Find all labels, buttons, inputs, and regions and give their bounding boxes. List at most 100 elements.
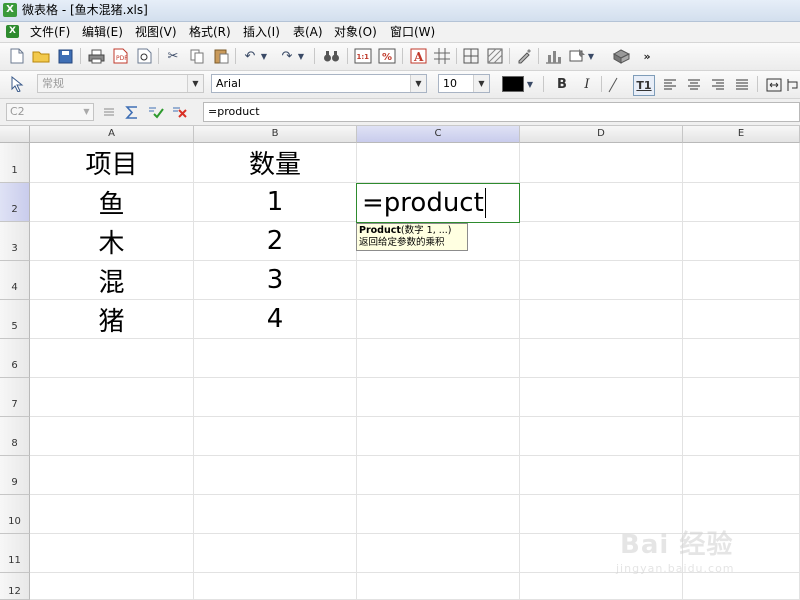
- font-color-dropdown-icon[interactable]: ▼: [524, 75, 536, 93]
- align-center-icon[interactable]: [684, 75, 704, 94]
- zoom-percent-icon[interactable]: %: [378, 47, 396, 65]
- cell-d11[interactable]: [520, 534, 683, 573]
- select-arrow-icon[interactable]: [8, 75, 26, 93]
- print-icon[interactable]: [87, 47, 105, 65]
- cell-e7[interactable]: [683, 378, 800, 417]
- cell-c1[interactable]: [357, 143, 520, 183]
- wrap-text-icon[interactable]: [786, 75, 800, 94]
- formula-input[interactable]: =product: [203, 102, 800, 122]
- cell-d4[interactable]: [520, 261, 683, 300]
- zoom-100-icon[interactable]: 1:1: [354, 47, 372, 65]
- row-header-5[interactable]: 5: [0, 300, 30, 339]
- undo-dropdown-icon[interactable]: ▼: [259, 47, 269, 65]
- save-icon[interactable]: [56, 47, 74, 65]
- slash-icon[interactable]: [604, 75, 622, 94]
- chevron-down-icon[interactable]: ▼: [410, 75, 426, 92]
- cell-a12[interactable]: [30, 573, 194, 600]
- print-preview-icon[interactable]: [135, 47, 153, 65]
- document-icon[interactable]: X: [6, 25, 19, 38]
- menu-file[interactable]: 文件(F): [30, 24, 70, 40]
- cell-e10[interactable]: [683, 495, 800, 534]
- text-style-button[interactable]: T1: [633, 75, 655, 96]
- redo-icon[interactable]: ↷: [278, 47, 296, 65]
- menu-format[interactable]: 格式(R): [189, 24, 231, 40]
- row-header-10[interactable]: 10: [0, 495, 30, 534]
- italic-button[interactable]: I: [577, 75, 597, 94]
- cell-a3[interactable]: 木: [30, 222, 194, 261]
- undo-icon[interactable]: ↶: [241, 47, 259, 65]
- cell-e9[interactable]: [683, 456, 800, 495]
- open-folder-icon[interactable]: [32, 47, 50, 65]
- export-pdf-icon[interactable]: PDF: [111, 47, 129, 65]
- font-size-combo[interactable]: 10 ▼: [438, 74, 490, 93]
- row-header-7[interactable]: 7: [0, 378, 30, 417]
- cell-a5[interactable]: 猪: [30, 300, 194, 339]
- package-icon[interactable]: [612, 47, 630, 65]
- row-header-3[interactable]: 3: [0, 222, 30, 261]
- cell-b9[interactable]: [194, 456, 357, 495]
- grid-lines-icon[interactable]: [433, 47, 451, 65]
- cell-d5[interactable]: [520, 300, 683, 339]
- merge-cells-icon[interactable]: [764, 75, 784, 94]
- cell-c5[interactable]: [357, 300, 520, 339]
- menu-window[interactable]: 窗口(W): [390, 24, 435, 40]
- align-left-icon[interactable]: [660, 75, 680, 94]
- cell-b6[interactable]: [194, 339, 357, 378]
- align-right-icon[interactable]: [708, 75, 728, 94]
- cell-b10[interactable]: [194, 495, 357, 534]
- cell-a2[interactable]: 鱼: [30, 183, 194, 222]
- cancel-x-icon[interactable]: [171, 104, 189, 120]
- cell-b8[interactable]: [194, 417, 357, 456]
- cell-reference-box[interactable]: C2 ▼: [6, 103, 94, 121]
- cell-d1[interactable]: [520, 143, 683, 183]
- cell-a11[interactable]: [30, 534, 194, 573]
- chevron-down-icon[interactable]: ▼: [80, 104, 93, 120]
- row-header-1[interactable]: 1: [0, 143, 30, 183]
- cell-e2[interactable]: [683, 183, 800, 222]
- chevron-down-icon[interactable]: ▼: [473, 75, 489, 92]
- cell-b7[interactable]: [194, 378, 357, 417]
- row-header-11[interactable]: 11: [0, 534, 30, 573]
- cell-c8[interactable]: [357, 417, 520, 456]
- cell-c6[interactable]: [357, 339, 520, 378]
- cell-e11[interactable]: [683, 534, 800, 573]
- row-header-12[interactable]: 12: [0, 573, 30, 600]
- row-header-4[interactable]: 4: [0, 261, 30, 300]
- cut-icon[interactable]: ✂: [164, 47, 182, 65]
- cell-c12[interactable]: [357, 573, 520, 600]
- menu-table[interactable]: 表(A): [293, 24, 323, 40]
- pattern-fill-icon[interactable]: [486, 47, 504, 65]
- cell-c2-editing[interactable]: =product: [356, 183, 520, 223]
- row-header-8[interactable]: 8: [0, 417, 30, 456]
- cell-c4[interactable]: [357, 261, 520, 300]
- column-header-a[interactable]: A: [30, 126, 194, 143]
- font-color-swatch[interactable]: [502, 76, 524, 92]
- cell-e3[interactable]: [683, 222, 800, 261]
- accept-checkmark-icon[interactable]: [147, 104, 165, 120]
- cell-b12[interactable]: [194, 573, 357, 600]
- insert-object-icon[interactable]: [568, 47, 586, 65]
- chart-icon[interactable]: [544, 47, 562, 65]
- row-header-6[interactable]: 6: [0, 339, 30, 378]
- cell-c9[interactable]: [357, 456, 520, 495]
- cell-a6[interactable]: [30, 339, 194, 378]
- cell-c10[interactable]: [357, 495, 520, 534]
- redo-dropdown-icon[interactable]: ▼: [296, 47, 306, 65]
- cell-d10[interactable]: [520, 495, 683, 534]
- more-tools-chevron-icon[interactable]: »: [638, 47, 656, 65]
- cell-e4[interactable]: [683, 261, 800, 300]
- cell-d6[interactable]: [520, 339, 683, 378]
- align-justify-icon[interactable]: [732, 75, 752, 94]
- cell-b4[interactable]: 3: [194, 261, 357, 300]
- insert-dropdown-icon[interactable]: ▼: [586, 47, 596, 65]
- cell-b2[interactable]: 1: [194, 183, 357, 222]
- cell-a9[interactable]: [30, 456, 194, 495]
- paste-icon[interactable]: [212, 47, 230, 65]
- row-header-9[interactable]: 9: [0, 456, 30, 495]
- cell-e1[interactable]: [683, 143, 800, 183]
- cell-d12[interactable]: [520, 573, 683, 600]
- cell-c7[interactable]: [357, 378, 520, 417]
- sum-icon[interactable]: [123, 104, 141, 120]
- cell-b1[interactable]: 数量: [194, 143, 357, 183]
- cell-d7[interactable]: [520, 378, 683, 417]
